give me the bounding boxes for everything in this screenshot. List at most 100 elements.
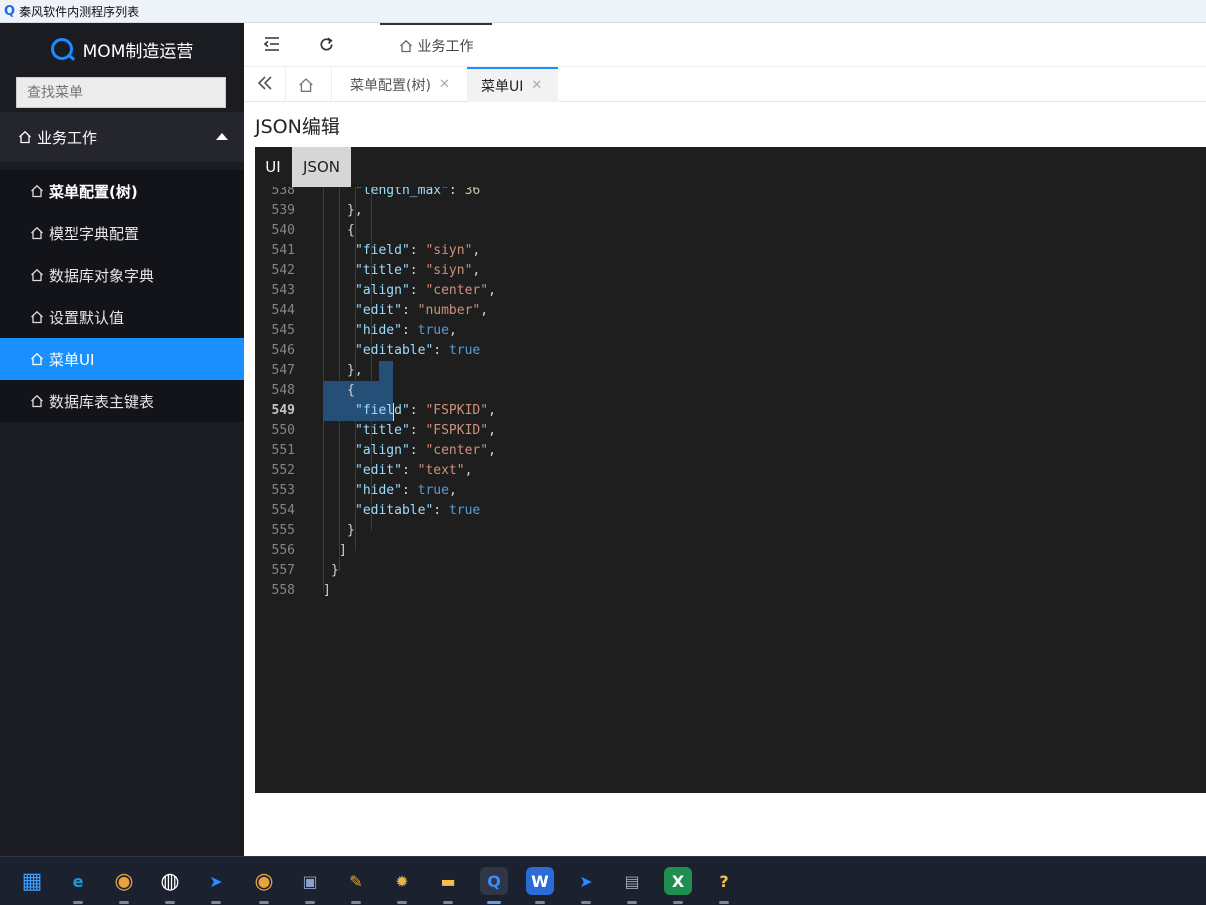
line-number: 545: [271, 323, 295, 338]
code-text: "align": "center",: [355, 443, 496, 458]
mom-app-icon[interactable]: Q: [480, 867, 508, 895]
edge-icon[interactable]: e: [64, 867, 92, 895]
remote-desktop-icon[interactable]: ▣: [296, 867, 324, 895]
tab-label: UI: [265, 158, 281, 176]
settings-gear-icon[interactable]: ✹: [388, 867, 416, 895]
running-indicator: [673, 901, 683, 904]
line-number: 551: [271, 443, 295, 458]
code-line: 558]: [255, 581, 1206, 601]
sidebar-item-label: 数据库表主键表: [49, 392, 155, 411]
home-icon: [298, 77, 314, 93]
tab-label: 业务工作: [417, 39, 474, 55]
tab-menu-ui[interactable]: 菜单UI ✕: [467, 67, 558, 102]
content-footer-area: [244, 793, 1206, 856]
brand-name: MOM制造运营: [82, 41, 194, 62]
menu-search-input[interactable]: [16, 77, 226, 108]
code-line: 552 "edit": "text",: [255, 461, 1206, 481]
sidebar-item-label: 设置默认值: [49, 308, 125, 327]
running-indicator: [581, 901, 591, 904]
line-number: 549: [271, 403, 295, 418]
feishu-icon[interactable]: ➤: [202, 867, 230, 895]
window-title: 秦风软件内测程序列表: [19, 4, 140, 19]
code-line: 541 "field": "siyn",: [255, 241, 1206, 261]
home-tab-button[interactable]: [286, 67, 332, 102]
sidebar-item-default-values[interactable]: 设置默认值: [0, 296, 244, 338]
tool-icon[interactable]: ✎: [342, 867, 370, 895]
feishu-icon[interactable]: ➤: [572, 867, 600, 895]
help-icon[interactable]: ?: [710, 867, 738, 895]
network-manager-icon[interactable]: ▤: [618, 867, 646, 895]
brand-logo-icon: [50, 38, 73, 60]
running-indicator: [487, 901, 501, 904]
json-code-editor[interactable]: 538 "length_max": 36 539}, 540 {541 "field": …: [255, 187, 1206, 793]
line-number: 557: [271, 563, 295, 578]
line-number: 542: [271, 263, 295, 278]
scroll-tabs-left-button[interactable]: [244, 67, 286, 102]
running-indicator: [397, 901, 407, 904]
home-icon: [30, 226, 44, 240]
code-text: "title": "FSPKID",: [355, 423, 496, 438]
tab-json[interactable]: JSON: [292, 147, 351, 187]
line-number: 550: [271, 423, 295, 438]
code-line: 545 "hide": true,: [255, 321, 1206, 341]
code-text: }: [347, 523, 355, 538]
collapse-menu-icon[interactable]: [262, 34, 282, 54]
refresh-icon[interactable]: [316, 34, 336, 54]
tab-business-work[interactable]: 业务工作: [380, 23, 492, 67]
running-indicator: [305, 901, 315, 904]
tab-menu-config-tree[interactable]: 菜单配置(树) ✕: [336, 67, 464, 102]
excel-icon[interactable]: X: [664, 867, 692, 895]
wechat-icon[interactable]: ◍: [156, 867, 184, 895]
code-text: "edit": "number",: [355, 303, 489, 318]
code-text: "edit": "text",: [355, 463, 473, 478]
line-number: 538: [271, 187, 295, 198]
line-number: 548: [271, 383, 295, 398]
text-cursor: [393, 403, 394, 421]
code-text: "align": "center",: [355, 283, 496, 298]
sidebar-item-label: 菜单UI: [49, 350, 95, 369]
line-number: 540: [271, 223, 295, 238]
tab-ui[interactable]: UI: [255, 147, 291, 187]
line-number: 553: [271, 483, 295, 498]
sidebar-item-db-object-dictionary[interactable]: 数据库对象字典: [0, 254, 244, 296]
code-text: "title": "siyn",: [355, 263, 481, 278]
chrome-icon[interactable]: ◉: [110, 867, 138, 895]
sidebar-item-menu-config-tree[interactable]: 菜单配置(树): [0, 170, 244, 212]
code-text: "length_max": 36: [355, 187, 481, 198]
code-line: 554 "editable": true: [255, 501, 1206, 521]
line-number: 543: [271, 283, 295, 298]
code-text: "field": "siyn",: [355, 243, 481, 258]
sidebar-item-menu-ui[interactable]: 菜单UI: [0, 338, 244, 380]
editor-mode-tabs: UI JSON: [255, 147, 1206, 187]
code-text: },: [347, 203, 363, 218]
tab-label: 菜单UI: [481, 78, 524, 95]
code-line: 539},: [255, 201, 1206, 221]
code-text: "editable": true: [355, 503, 481, 518]
sidebar-item-model-dictionary[interactable]: 模型字典配置: [0, 212, 244, 254]
line-number: 539: [271, 203, 295, 218]
sidebar: MOM制造运营 业务工作 菜单配置(树) 模型字典配置 数据库对象字典 设置默认…: [0, 23, 244, 856]
close-icon[interactable]: ✕: [531, 78, 542, 93]
tab-label: 菜单配置(树): [350, 77, 431, 94]
line-number: 547: [271, 363, 295, 378]
running-indicator: [627, 901, 637, 904]
line-number: 546: [271, 343, 295, 358]
code-line: 553 "hide": true,: [255, 481, 1206, 501]
brand[interactable]: MOM制造运营: [0, 23, 244, 75]
close-icon[interactable]: ✕: [439, 77, 450, 92]
file-explorer-icon[interactable]: ▬: [434, 867, 462, 895]
sidebar-item-db-primary-keys[interactable]: 数据库表主键表: [0, 380, 244, 422]
running-indicator: [535, 901, 545, 904]
windows-start-icon[interactable]: ▦: [18, 867, 46, 895]
code-text: "hide": true,: [355, 323, 457, 338]
code-line: 543 "align": "center",: [255, 281, 1206, 301]
code-line: 546 "editable": true: [255, 341, 1206, 361]
code-text: "editable": true: [355, 343, 481, 358]
home-icon: [30, 394, 44, 408]
chrome-icon[interactable]: ◉: [250, 867, 278, 895]
code-line: 540 {: [255, 221, 1206, 241]
sidebar-group-business[interactable]: 业务工作: [0, 112, 244, 162]
word-icon[interactable]: W: [526, 867, 554, 895]
line-number: 556: [271, 543, 295, 558]
code-line: 550 "title": "FSPKID",: [255, 421, 1206, 441]
